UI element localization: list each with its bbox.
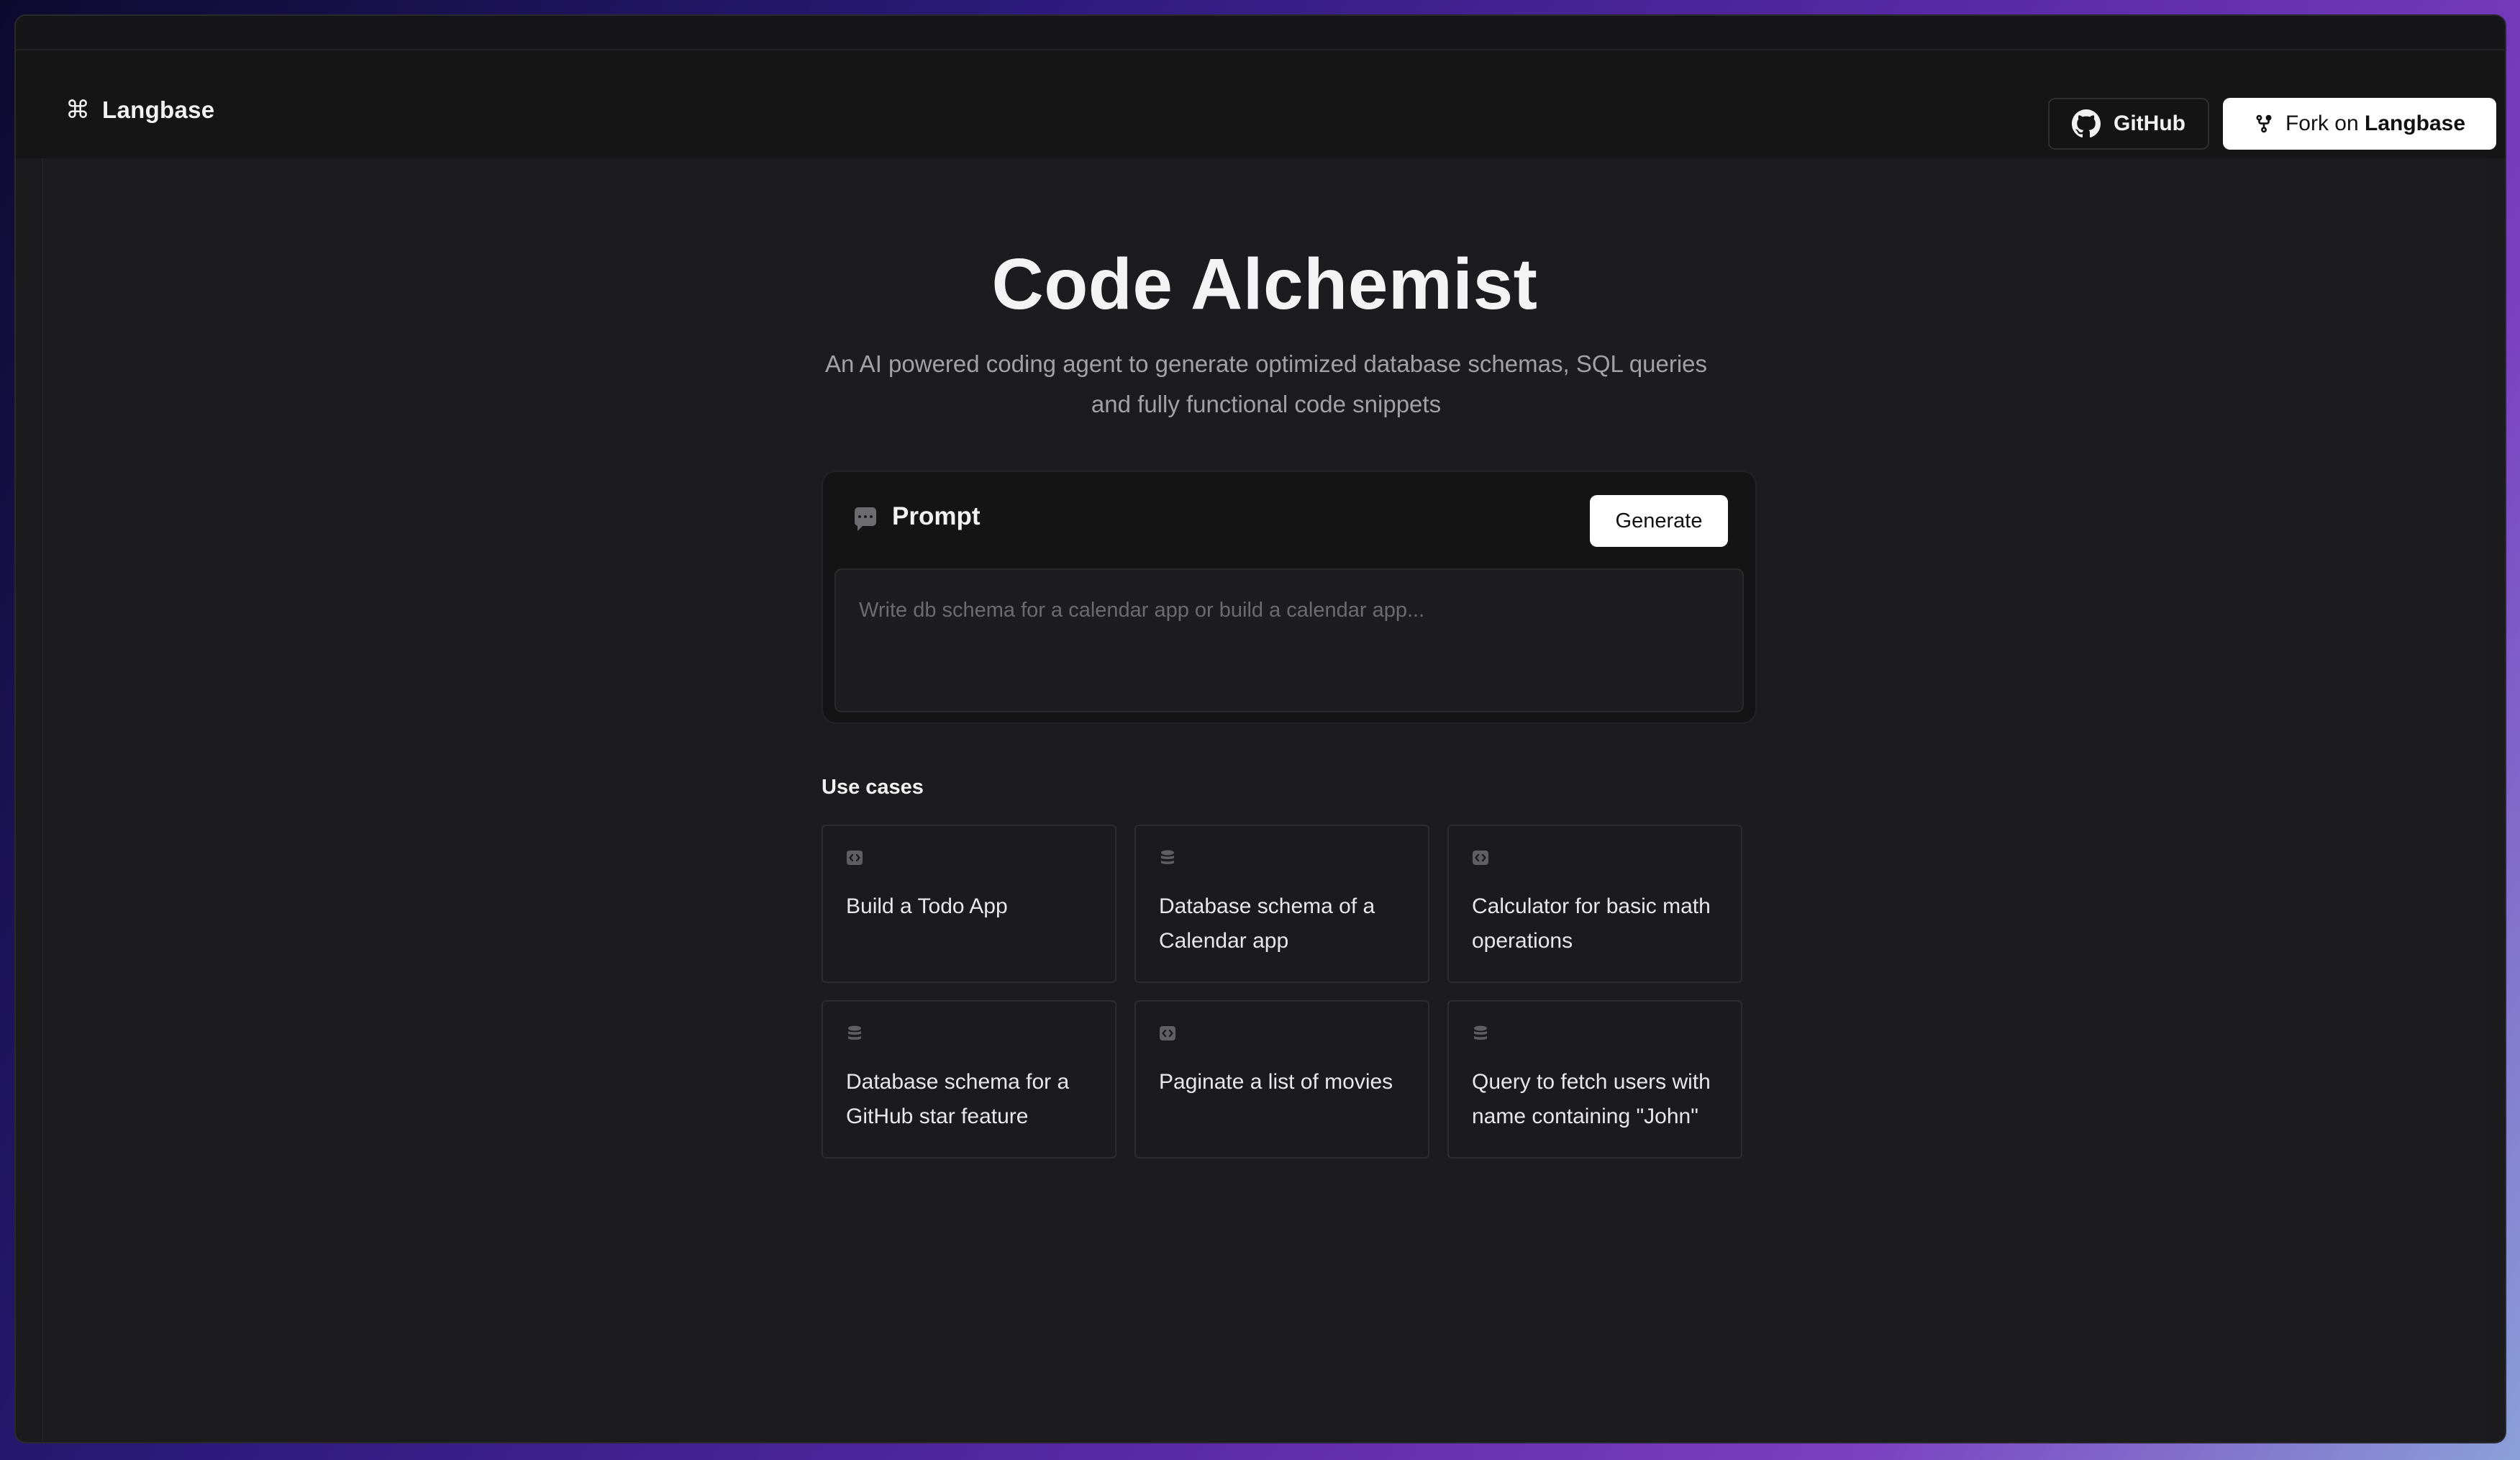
database-icon: [1474, 1025, 1487, 1040]
github-icon: [2072, 109, 2101, 138]
use-case-card[interactable]: Paginate a list of movies: [1134, 1000, 1429, 1159]
prompt-input[interactable]: [834, 568, 1744, 712]
fork-on-langbase-button[interactable]: Fork on Langbase: [2223, 98, 2496, 150]
prompt-header: Prompt: [855, 502, 981, 531]
main-content: Code Alchemist An AI powered coding agen…: [42, 158, 2486, 1441]
fork-button-brand: Langbase: [2365, 112, 2466, 135]
top-header: ⌘ Langbase GitHub Fork on Langbase: [16, 50, 2505, 158]
use-case-card[interactable]: Build a Todo App: [822, 825, 1116, 983]
brand-label: Langbase: [102, 96, 215, 123]
fork-icon: [2256, 114, 2272, 133]
code-icon: [1160, 1026, 1175, 1040]
use-case-text: Database schema of a Calendar app: [1159, 894, 1375, 953]
generate-button[interactable]: Generate: [1590, 495, 1728, 547]
github-button[interactable]: GitHub: [2048, 98, 2209, 150]
chat-icon: [855, 507, 876, 531]
command-icon: ⌘: [65, 96, 90, 124]
use-case-card[interactable]: Database schema for a GitHub star featur…: [822, 1000, 1116, 1159]
use-case-card[interactable]: Calculator for basic math operations: [1447, 825, 1742, 983]
page-subtitle: An AI powered coding agent to generate o…: [824, 350, 1708, 417]
use-case-card[interactable]: Query to fetch users with name containin…: [1447, 1000, 1742, 1159]
database-icon: [848, 1025, 861, 1040]
use-cases-grid: Build a Todo App Database schema of a Ca…: [822, 825, 1742, 1159]
use-case-text: Calculator for basic math operations: [1472, 894, 1711, 953]
app-window: ⌘ Langbase GitHub Fork on Langbase Code …: [16, 16, 2505, 1442]
database-icon: [1161, 850, 1174, 864]
use-case-text: Build a Todo App: [846, 894, 1008, 918]
use-case-text: Paginate a list of movies: [1159, 1070, 1393, 1094]
fork-button-label: Fork on Langbase: [2285, 112, 2465, 136]
use-case-text: Query to fetch users with name containin…: [1472, 1070, 1711, 1128]
window-titlebar: [16, 16, 2505, 50]
use-case-text: Database schema for a GitHub star featur…: [846, 1070, 1070, 1128]
fork-button-prefix: Fork on: [2285, 112, 2359, 135]
github-button-label: GitHub: [2114, 112, 2185, 135]
page-title: Code Alchemist: [991, 244, 1538, 325]
brand-link[interactable]: ⌘ Langbase: [65, 96, 214, 124]
use-case-card[interactable]: Database schema of a Calendar app: [1134, 825, 1429, 983]
prompt-card: Prompt Generate: [822, 471, 1757, 724]
use-cases-heading: Use cases: [822, 776, 924, 799]
code-icon: [1473, 851, 1488, 865]
code-icon: [847, 851, 863, 865]
prompt-label: Prompt: [892, 502, 981, 530]
